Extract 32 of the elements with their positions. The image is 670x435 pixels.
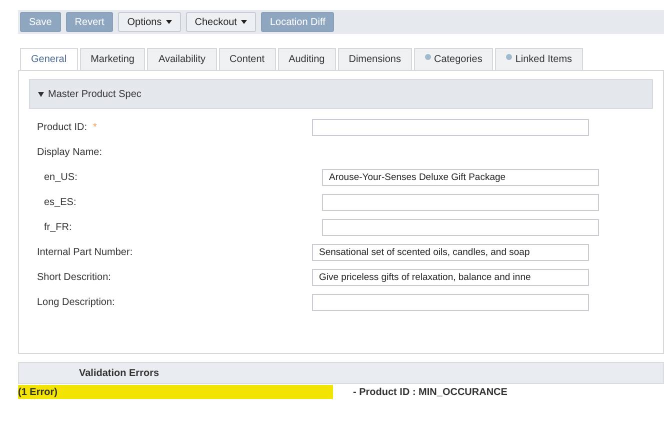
field-label: Product ID: xyxy=(37,122,88,132)
tab[interactable]: Linked Items xyxy=(495,48,584,70)
error-count: (1 Error) xyxy=(18,385,333,399)
tab[interactable]: Availability xyxy=(147,48,217,70)
error-message: - Product ID : MIN_OCCURANCE xyxy=(353,386,508,398)
field-label: Long Description: xyxy=(37,296,115,308)
tab[interactable]: Dimensions xyxy=(338,48,412,70)
validation-title: Validation Errors xyxy=(79,368,160,378)
input-field[interactable]: Give priceless gifts of relaxation, balance and inne xyxy=(312,268,589,286)
tab[interactable]: Categories xyxy=(414,48,494,70)
input-field[interactable]: Sensational set of scented oils, candles, and soap xyxy=(312,244,589,260)
tab[interactable]: Content xyxy=(218,48,276,70)
field-label: Short Descrition: xyxy=(37,272,111,282)
required-mark: * xyxy=(93,122,97,132)
toolbar-button[interactable]: Checkout xyxy=(186,12,256,32)
input-field[interactable] xyxy=(322,194,599,210)
input-field[interactable] xyxy=(312,118,589,136)
field-label: en_US: xyxy=(43,172,78,182)
field-label: es_ES: xyxy=(43,196,76,208)
field-label: Display Name: xyxy=(37,146,102,158)
toolbar-button[interactable]: Options xyxy=(118,12,181,32)
caret-icon xyxy=(38,92,44,96)
input-field[interactable] xyxy=(322,218,599,236)
tab[interactable]: Auditing xyxy=(278,48,336,70)
input-field[interactable] xyxy=(312,294,589,310)
section-title: Master Product Spec xyxy=(48,88,142,100)
input-field[interactable]: Arouse-Your-Senses Deluxe Gift Package xyxy=(322,168,599,186)
field-label: Internal Part Number: xyxy=(37,246,133,258)
field-label: fr_FR: xyxy=(43,222,72,232)
tab[interactable]: General xyxy=(20,48,78,70)
section-header[interactable]: Master Product Spec xyxy=(29,79,653,109)
tab[interactable]: Marketing xyxy=(80,48,146,70)
